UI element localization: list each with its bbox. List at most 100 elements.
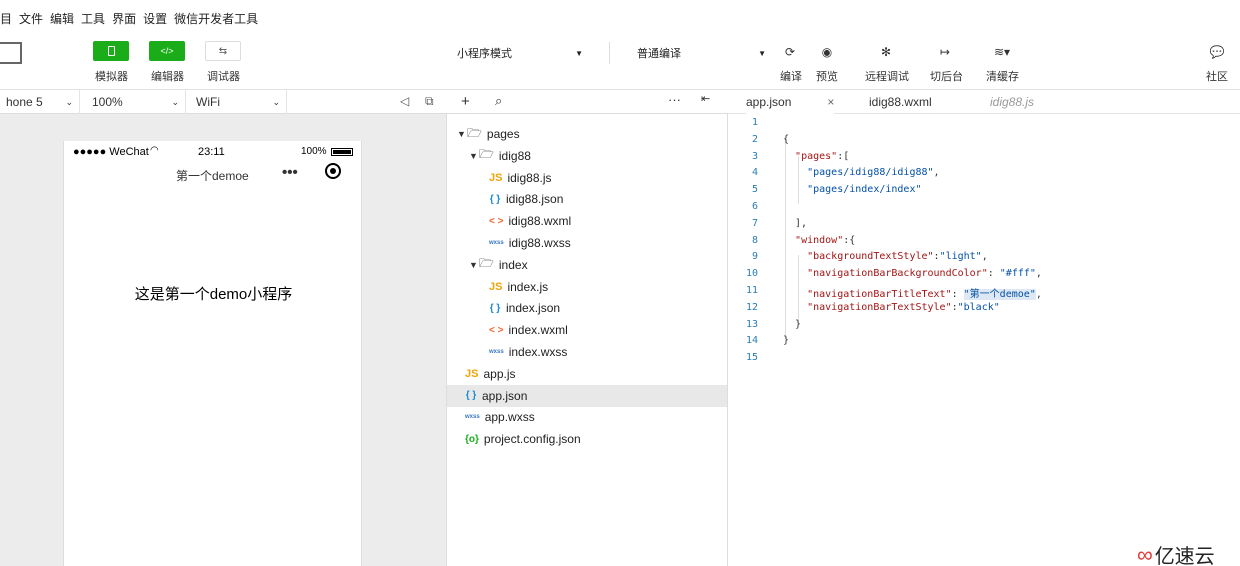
page-text: 这是第一个demo小程序 <box>134 286 293 303</box>
watermark-logo: ∞ 亿速云 <box>1137 540 1215 566</box>
background-label: 切后台 <box>930 71 963 83</box>
expand-arrow-icon[interactable]: ▼ <box>469 260 479 270</box>
line-number: 4 <box>751 167 758 179</box>
wxss-file-icon: wxss <box>489 349 504 355</box>
file-item[interactable]: JS index.js <box>447 276 727 298</box>
file-item[interactable]: wxss app.wxss <box>447 406 727 428</box>
tree-item-label: idig88 <box>498 148 531 163</box>
editor-label: 编辑器 <box>151 71 184 83</box>
line-number: 11 <box>745 285 758 296</box>
file-item[interactable]: { } idig88.json <box>447 188 727 210</box>
folder-item[interactable]: ▼ 🗁 idig88 <box>447 145 727 167</box>
layers-icon[interactable]: ≋▾ <box>990 43 1014 61</box>
switch-background-icon[interactable]: ↦ <box>936 43 954 61</box>
search-icon[interactable]: ⌕ <box>495 93 502 109</box>
folder-icon: 🗁 <box>479 256 494 271</box>
wxss-file-icon: wxss <box>465 414 480 421</box>
debugger-label: 调试器 <box>207 71 240 83</box>
file-item[interactable]: < > idig88.wxml <box>447 210 727 232</box>
close-icon[interactable]: × <box>827 95 834 109</box>
tree-item-label: index.json <box>506 301 561 316</box>
popout-icon[interactable]: ⧉ <box>425 94 434 109</box>
simulator-toggle-button[interactable] <box>93 41 129 61</box>
collapse-icon[interactable]: ⇤ <box>701 92 710 105</box>
line-number: 13 <box>745 318 758 330</box>
more-icon[interactable]: ··· <box>668 92 681 107</box>
tab-idig88-js[interactable]: idig88.js <box>990 90 1034 114</box>
file-item[interactable]: {o} project.config.json <box>447 428 727 450</box>
dropdown-icon: ▼ <box>758 48 766 58</box>
file-item[interactable]: JS idig88.js <box>447 167 727 189</box>
simulator-bar: hone 5 ⌄ 100% ⌄ WiFi ⌄ ◁ ⧉ <box>0 90 447 114</box>
folder-icon: 🗁 <box>467 125 482 140</box>
tab-idig88-wxml[interactable]: idig88.wxml <box>869 90 932 114</box>
menu-item[interactable]: 文件 <box>19 10 43 27</box>
menu-item[interactable]: 微信开发者工具 <box>174 10 258 27</box>
add-icon[interactable]: + <box>461 93 470 110</box>
debugger-toggle-button[interactable]: ⇆ <box>205 41 241 61</box>
expand-arrow-icon[interactable]: ▼ <box>457 129 467 139</box>
simulator-label: 模拟器 <box>95 71 128 83</box>
file-item[interactable]: { } index.json <box>447 297 727 319</box>
line-number: 8 <box>751 234 758 246</box>
file-item[interactable]: wxss index.wxss <box>447 341 727 363</box>
js-file-icon: JS <box>465 367 479 380</box>
menu-item[interactable]: 界面 <box>112 10 136 27</box>
line-number: 10 <box>745 268 758 280</box>
network-select[interactable]: WiFi ⌄ <box>190 90 287 114</box>
json-file-icon: { } <box>489 193 501 205</box>
tree-item-label: idig88.js <box>507 170 552 185</box>
tree-item-label: idig88.json <box>506 192 564 207</box>
tab-app-json[interactable]: app.json × <box>746 90 835 114</box>
file-tree-toolbar: + ⌕ ··· ⇤ <box>447 90 728 114</box>
code-line: "navigationBarBackgroundColor": "#fff", <box>807 268 1042 280</box>
device-select[interactable]: hone 5 ⌄ <box>0 90 80 114</box>
mode-select[interactable]: 小程序模式 ▼ <box>449 42 591 64</box>
bug-icon[interactable]: ✻ <box>877 43 895 61</box>
battery-text: 100% <box>301 146 327 157</box>
line-number: 6 <box>751 201 758 212</box>
tree-item-label: project.config.json <box>483 432 581 447</box>
folder-item[interactable]: ▼ 🗁 pages <box>447 123 727 145</box>
code-line: "pages":[ <box>795 150 850 162</box>
menu-item[interactable]: 目 <box>0 10 12 27</box>
mode-select-value: 小程序模式 <box>457 48 512 60</box>
clear-cache-label: 清缓存 <box>986 71 1019 83</box>
sound-icon[interactable]: ◁ <box>400 94 409 108</box>
close-miniprogram-icon[interactable] <box>325 163 341 179</box>
expand-arrow-icon[interactable]: ▼ <box>469 151 479 161</box>
indent-guide <box>798 156 799 204</box>
js-file-icon: JS <box>489 171 503 184</box>
code-icon: </> <box>160 46 174 56</box>
eye-icon[interactable]: ◉ <box>818 43 836 61</box>
folder-item[interactable]: ▼ 🗁 index <box>447 254 727 276</box>
dropdown-icon: ▼ <box>575 48 583 58</box>
avatar[interactable] <box>0 42 22 64</box>
community-icon[interactable]: 💬 <box>1208 43 1226 61</box>
code-line: "navigationBarTitleText": "第一个demoe", <box>807 289 1042 300</box>
file-item[interactable]: JS app.js <box>447 363 727 385</box>
code-line: "pages/idig88/idig88", <box>807 167 940 179</box>
chevron-down-icon: ⌄ <box>65 96 73 107</box>
editor-toggle-button[interactable]: </> <box>149 41 185 61</box>
compile-select[interactable]: 普通编译 ▼ <box>629 42 774 64</box>
line-number: 2 <box>751 133 758 145</box>
more-icon[interactable]: ••• <box>282 164 298 181</box>
line-number: 14 <box>745 335 758 347</box>
file-item[interactable]: wxss idig88.wxss <box>447 232 727 254</box>
phone-icon <box>107 46 115 56</box>
code-line: } <box>783 318 802 330</box>
brand-icon: ∞ <box>1137 541 1153 566</box>
menu-item[interactable]: 设置 <box>143 10 167 27</box>
file-item[interactable]: < > index.wxml <box>447 319 727 341</box>
file-item[interactable]: { } app.json <box>447 384 727 407</box>
code-line: "backgroundTextStyle":"light", <box>807 251 988 263</box>
tree-item-label: app.wxss <box>484 410 535 425</box>
code-editor[interactable]: 1 2{3 "pages":[4 "pages/idig88/idig88", 5 … <box>728 114 1240 566</box>
refresh-icon[interactable]: ⟳ <box>781 43 799 61</box>
battery-icon <box>331 148 353 156</box>
zoom-select[interactable]: 100% ⌄ <box>86 90 186 114</box>
debug-icon: ⇆ <box>218 45 228 57</box>
menu-item[interactable]: 工具 <box>81 10 105 27</box>
menu-item[interactable]: 编辑 <box>50 10 74 27</box>
